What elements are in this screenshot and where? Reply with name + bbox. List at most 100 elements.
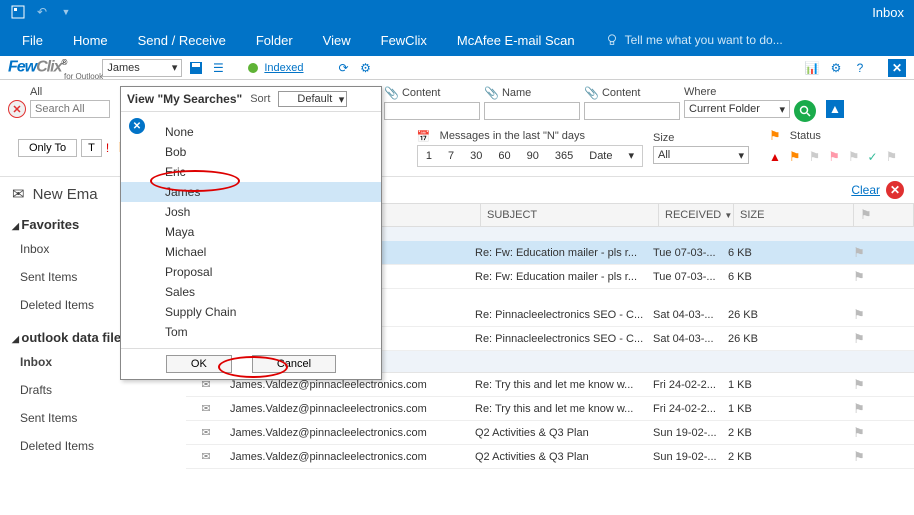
flag-icon: ⚑	[769, 128, 781, 144]
name-label: 📎Name	[484, 86, 580, 100]
row-flag-icon[interactable]: ⚑	[844, 449, 874, 465]
flag-4-icon[interactable]: ⚑	[848, 149, 860, 165]
popup-item[interactable]: James	[121, 182, 381, 202]
clear-link[interactable]: Clear	[851, 183, 880, 197]
save-icon[interactable]	[188, 60, 204, 76]
row-flag-icon[interactable]: ⚑	[844, 269, 874, 285]
sort-desc-icon: ▼	[724, 211, 732, 220]
tab-folder[interactable]: Folder	[256, 33, 293, 48]
qat-dropdown-icon[interactable]: ▼	[58, 4, 74, 20]
tab-home[interactable]: Home	[73, 33, 108, 48]
close-results-button[interactable]: ✕	[886, 181, 904, 199]
envelope-icon: ✉	[186, 426, 226, 439]
size-dropdown[interactable]: All ▾	[653, 146, 749, 164]
popup-item[interactable]: None	[121, 122, 381, 142]
popup-item[interactable]: Michael	[121, 242, 381, 262]
refresh-icon[interactable]: ⟳	[336, 60, 352, 76]
col-subject[interactable]: SUBJECT	[481, 204, 659, 226]
tell-me-label: Tell me what you want to do...	[625, 33, 783, 47]
expand-button[interactable]: ▲	[826, 100, 844, 118]
logo-subtitle: for Outlook	[64, 72, 103, 81]
size-value: All	[658, 149, 670, 161]
name-input[interactable]	[484, 102, 580, 120]
tab-file[interactable]: File	[22, 33, 43, 48]
undo-icon[interactable]: ↶	[34, 4, 50, 20]
chart-icon[interactable]: 📊	[804, 60, 820, 76]
fewclix-logo: FewClix®	[8, 58, 70, 76]
popup-item[interactable]: Proposal	[121, 262, 381, 282]
col-received[interactable]: RECEIVED ▼	[659, 204, 734, 226]
message-row[interactable]: ✉James.Valdez@pinnacleelectronics.comRe:…	[186, 397, 914, 421]
tab-mcafee[interactable]: McAfee E-mail Scan	[457, 33, 575, 48]
to-button[interactable]: T	[81, 139, 102, 157]
received-cell: Sat 04-03-...	[649, 333, 724, 345]
warning-icon[interactable]: ▲	[769, 150, 781, 164]
size-cell: 26 KB	[724, 309, 844, 321]
only-to-button[interactable]: Only To	[18, 139, 77, 157]
tab-fewclix[interactable]: FewClix	[381, 33, 427, 48]
popup-sort-dropdown[interactable]: Default	[278, 91, 347, 107]
col-flag[interactable]: ⚑	[854, 204, 914, 226]
profile-dropdown[interactable]: James ▾	[102, 59, 182, 77]
clip-icon: 📎	[384, 86, 399, 100]
flag-1-icon[interactable]: ⚑	[789, 149, 801, 165]
indexed-link[interactable]: Indexed	[264, 62, 303, 74]
popup-item[interactable]: Maya	[121, 222, 381, 242]
tab-send-receive[interactable]: Send / Receive	[138, 33, 226, 48]
flag-2-icon[interactable]: ⚑	[809, 149, 821, 165]
popup-item[interactable]: Supply Chain	[121, 302, 381, 322]
where-dropdown[interactable]: Current Folder ▾	[684, 100, 790, 118]
received-cell: Fri 24-02-2...	[649, 403, 724, 415]
close-panel-button[interactable]: ✕	[888, 59, 906, 77]
popup-ok-button[interactable]: OK	[166, 355, 232, 373]
row-flag-icon[interactable]: ⚑	[844, 307, 874, 323]
row-flag-icon[interactable]: ⚑	[844, 401, 874, 417]
help-icon[interactable]: ?	[852, 60, 868, 76]
tell-me[interactable]: Tell me what you want to do...	[605, 33, 783, 47]
search-button[interactable]	[794, 100, 816, 122]
content2-label: 📎Content	[584, 86, 680, 100]
gear2-icon[interactable]: ⚙	[828, 60, 844, 76]
days-selector[interactable]: 1 7 30 60 90 365 Date ▾	[417, 145, 643, 167]
popup-item[interactable]: Josh	[121, 202, 381, 222]
caret-down-icon: ▾	[739, 149, 745, 162]
flag-5-icon[interactable]: ⚑	[886, 149, 898, 165]
row-flag-icon[interactable]: ⚑	[844, 425, 874, 441]
search-all-input[interactable]	[30, 100, 110, 118]
check-icon[interactable]: ✓	[868, 150, 878, 164]
row-flag-icon[interactable]: ⚑	[844, 245, 874, 261]
qat-icon[interactable]	[10, 4, 26, 20]
tab-view[interactable]: View	[323, 33, 351, 48]
content1-input[interactable]	[384, 102, 480, 120]
gear-icon[interactable]: ⚙	[358, 60, 374, 76]
df-drafts[interactable]: Drafts	[12, 379, 174, 401]
popup-item[interactable]: Sales	[121, 282, 381, 302]
fewclix-toolbar: FewClix® for Outlook James ▾ ☰ Indexed ⟳…	[0, 56, 914, 80]
size-cell: 6 KB	[724, 271, 844, 283]
popup-cancel-button[interactable]: Cancel	[252, 355, 336, 373]
popup-item[interactable]: Tom	[121, 322, 381, 342]
message-row[interactable]: ✉James.Valdez@pinnacleelectronics.comQ2 …	[186, 445, 914, 469]
size-cell: 26 KB	[724, 333, 844, 345]
subject-cell: Q2 Activities & Q3 Plan	[471, 427, 649, 439]
content2-input[interactable]	[584, 102, 680, 120]
list-icon[interactable]: ☰	[210, 60, 226, 76]
size-cell: 2 KB	[724, 451, 844, 463]
popup-item[interactable]: Bob	[121, 142, 381, 162]
flag-3-icon[interactable]: ⚑	[828, 149, 840, 165]
row-flag-icon[interactable]: ⚑	[844, 377, 874, 393]
popup-item[interactable]: Eric	[121, 162, 381, 182]
message-row[interactable]: ✉James.Valdez@pinnacleelectronics.comQ2 …	[186, 421, 914, 445]
popup-list: NoneBobEricJamesJoshMayaMichaelProposalS…	[121, 116, 381, 348]
from-cell: James.Valdez@pinnacleelectronics.com	[226, 451, 471, 463]
col-size[interactable]: SIZE	[734, 204, 854, 226]
received-cell: Tue 07-03-...	[649, 271, 724, 283]
received-cell: Sun 19-02-...	[649, 451, 724, 463]
priority-icon[interactable]: !	[106, 141, 109, 155]
row-flag-icon[interactable]: ⚑	[844, 331, 874, 347]
subject-cell: Re: Fw: Education mailer - pls r...	[471, 247, 649, 259]
clear-search-button[interactable]: ✕	[8, 100, 26, 118]
df-sent[interactable]: Sent Items	[12, 407, 174, 429]
popup-sort-label: Sort	[250, 93, 270, 105]
df-deleted[interactable]: Deleted Items	[12, 435, 174, 457]
